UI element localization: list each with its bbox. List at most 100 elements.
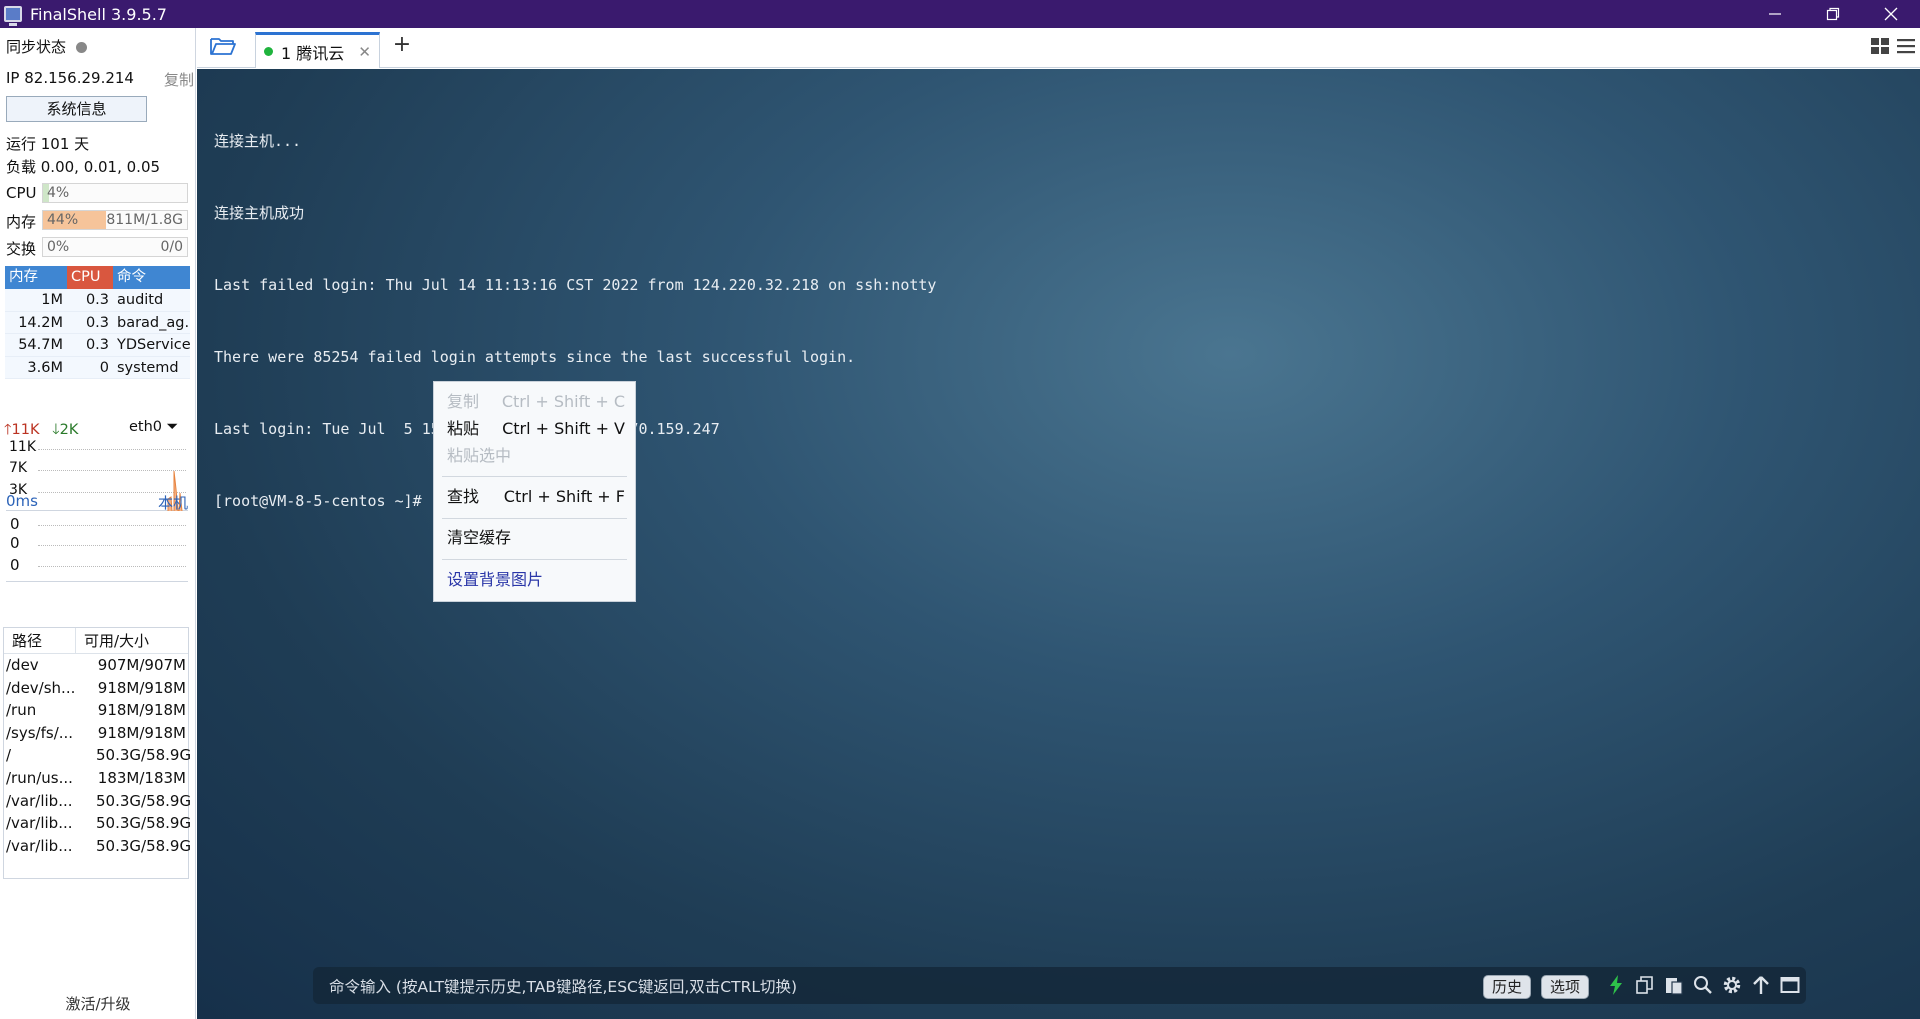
latency-host[interactable]: 本机 [158,492,188,513]
column-mem[interactable]: 内存 [5,266,67,289]
tab-session-1[interactable]: 1 腾讯云 ✕ [255,32,380,68]
table-row[interactable]: 54.7M 0.3 YDService [5,334,190,357]
interface-name: eth0 [129,419,163,435]
mem-detail: 811M/1.8G [106,212,183,228]
command-input[interactable]: 命令输入 (按ALT键提示历史,TAB键路径,ESC键返回,双击CTRL切换) [329,975,797,997]
table-row[interactable]: /dev/sh... 918M/918M [4,677,188,700]
table-row[interactable]: /sys/fs/... 918M/918M [4,722,188,745]
minimize-icon [1769,13,1781,15]
swap-meter: 0% 0/0 [42,237,188,257]
menu-item-clear-cache[interactable]: 清空缓存 [447,525,625,551]
menu-item-shortcut: Ctrl + Shift + F [503,487,625,506]
table-row[interactable]: /var/lib... 50.3G/58.9G [4,790,191,813]
maximize-icon[interactable] [1780,975,1800,995]
options-button[interactable]: 选项 [1541,975,1590,999]
copy-ip-button[interactable]: 复制 [164,69,194,90]
close-tab-icon[interactable]: ✕ [358,43,371,61]
download-icon: 🡓 [52,422,60,438]
menu-icon[interactable] [1896,37,1916,59]
menu-item-find[interactable]: 查找 Ctrl + Shift + F [447,484,625,510]
plus-icon: + [392,32,412,57]
folder-icon[interactable] [209,35,237,61]
duplicate-icon[interactable] [1635,975,1655,995]
table-row[interactable]: /run 918M/918M [4,699,188,722]
table-row[interactable]: 14.2M 0.3 barad_ag.. [5,311,190,334]
latency-value: 0 [10,534,20,552]
close-icon [1884,7,1898,21]
disk-size: 918M/918M [97,723,186,742]
gear-icon[interactable] [1722,975,1742,995]
latency-ms: 0ms [6,492,38,510]
net-scale-top: 11K [9,439,36,455]
command-input-bar[interactable]: 命令输入 (按ALT键提示历史,TAB键路径,ESC键返回,双击CTRL切换) … [313,967,1806,1004]
app-icon [4,6,22,26]
cpu-value: 4% [47,185,70,201]
swap-value: 0% [47,239,70,255]
menu-item-paste-selection[interactable]: 粘贴选中 [447,443,625,469]
menu-separator [442,518,627,519]
column-path[interactable]: 路径 [4,628,76,653]
table-row[interactable]: /run/us... 183M/183M [4,767,188,790]
restore-button[interactable] [1804,0,1862,28]
upload-rate: 11K [11,422,40,438]
disk-path: /run [6,701,37,720]
latency-chart: 0 0 0 [6,513,188,582]
activate-upgrade-link[interactable]: 激活/升级 [0,993,196,1014]
close-window-button[interactable] [1862,0,1920,28]
arrow-up-icon[interactable] [1751,975,1771,995]
minimize-button[interactable] [1746,0,1804,28]
mem-meter: 44% 811M/1.8G [42,210,188,230]
menu-item-label: 设置背景图片 [447,570,544,589]
menu-item-copy[interactable]: 复制 Ctrl + Shift + C [447,389,625,415]
disk-size: 918M/918M [97,701,186,720]
table-row[interactable]: /var/lib... 50.3G/58.9G [4,835,191,858]
download-rate: 2K [59,422,79,438]
ip-row: IP 82.156.29.214 复制 [6,69,194,89]
tab-label: 1 腾讯云 [281,43,345,63]
title-bar: FinalShell 3.9.5.7 [0,0,1920,28]
search-icon[interactable] [1693,975,1713,995]
process-command: auditd [117,292,164,308]
process-cpu: 0.3 [85,314,109,331]
column-cpu[interactable]: CPU [67,266,113,289]
restore-icon [1826,7,1840,21]
menu-item-label: 清空缓存 [447,528,512,547]
mem-value: 44% [47,212,79,228]
interface-select[interactable]: eth0 ⏷ [129,419,178,435]
table-row[interactable]: /dev 907M/907M [4,654,188,677]
history-button[interactable]: 历史 [1483,975,1532,999]
column-command[interactable]: 命令 [113,266,190,289]
disk-table-header: 路径 可用/大小 [4,628,188,654]
process-cpu: 0 [99,359,109,376]
disk-path: /dev [6,656,39,674]
load-average: 负载 0.00, 0.01, 0.05 [6,158,161,176]
process-command: YDService [117,337,190,353]
menu-item-paste[interactable]: 粘贴 Ctrl + Shift + V [447,416,625,442]
process-table-header: 内存 CPU 命令 [5,266,190,289]
process-command: systemd [117,359,179,376]
process-mem: 3.6M [27,359,63,376]
table-row[interactable]: / 50.3G/58.9G [4,744,192,767]
paste-icon[interactable] [1664,975,1684,995]
column-available-size[interactable]: 可用/大小 [76,628,149,653]
table-row[interactable]: 1M 0.3 auditd [5,289,190,312]
disk-size: 907M/907M [97,656,186,674]
swap-label: 交换 [6,240,37,258]
table-row[interactable]: 3.6M 0 systemd [5,356,190,379]
menu-item-set-background[interactable]: 设置背景图片 [447,567,625,593]
disk-size: 50.3G/58.9G [96,814,192,833]
disk-path: /run/us... [6,768,73,787]
disk-size: 183M/183M [97,768,186,787]
ip-address: IP 82.156.29.214 [6,69,134,87]
grid-layout-icon[interactable] [1870,37,1890,59]
swap-detail: 0/0 [160,239,183,255]
table-row[interactable]: /var/lib... 50.3G/58.9G [4,812,192,835]
menu-item-shortcut: Ctrl + Shift + V [502,419,625,438]
disk-size: 50.3G/58.9G [96,746,192,765]
add-tab-button[interactable]: + [389,32,415,62]
system-info-button[interactable]: 系统信息 [6,96,147,122]
sync-status-label: 同步状态 [6,38,67,56]
process-command: barad_ag.. [117,314,190,331]
chevron-down-icon: ⏷ [166,419,179,435]
lightning-icon[interactable] [1606,975,1626,995]
